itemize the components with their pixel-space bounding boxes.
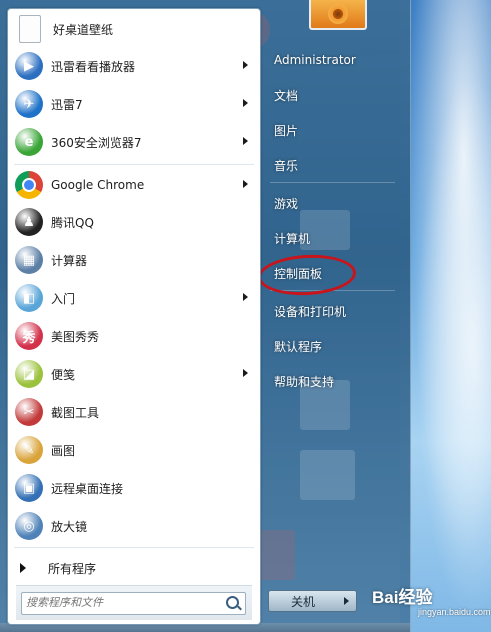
right-item-label: 帮助和支持 bbox=[274, 374, 335, 389]
program-label: 远程桌面连接 bbox=[51, 481, 124, 496]
program-label: 入门 bbox=[51, 291, 76, 306]
360-browser-icon: e bbox=[15, 128, 43, 156]
right-item-label: 图片 bbox=[274, 123, 299, 138]
flower-icon bbox=[328, 4, 348, 24]
search-icon[interactable] bbox=[226, 596, 239, 609]
calculator-icon: ▦ bbox=[15, 246, 43, 274]
program-label: 便笺 bbox=[51, 367, 76, 382]
watermark: Bai经验 jingyan.baidu.com bbox=[372, 581, 491, 629]
document-icon bbox=[19, 15, 41, 43]
right-item-pictures[interactable]: 图片 bbox=[266, 117, 396, 143]
right-item-label: 游戏 bbox=[274, 196, 299, 211]
program-item[interactable]: ◧ 入门 bbox=[8, 280, 260, 316]
shutdown-button[interactable]: 关机 bbox=[268, 590, 338, 612]
program-item[interactable]: ✈ 迅雷7 bbox=[8, 86, 260, 122]
snipping-tool-icon: ✂ bbox=[15, 398, 43, 426]
user-picture[interactable] bbox=[309, 0, 367, 30]
right-item-label: 文档 bbox=[274, 88, 299, 103]
desktop-ghost-icon bbox=[300, 450, 355, 500]
submenu-arrow-icon[interactable] bbox=[243, 369, 248, 377]
program-item[interactable]: Google Chrome bbox=[8, 167, 260, 203]
user-name-label: Administrator bbox=[274, 53, 356, 67]
submenu-arrow-icon[interactable] bbox=[243, 137, 248, 145]
paint-icon: ✎ bbox=[15, 436, 43, 464]
program-item[interactable]: ◪ 便笺 bbox=[8, 356, 260, 392]
right-item-label: 计算机 bbox=[274, 231, 311, 246]
program-label: 腾讯QQ bbox=[51, 215, 94, 230]
search-input[interactable] bbox=[26, 595, 216, 610]
all-programs-button[interactable]: 所有程序 bbox=[8, 554, 260, 582]
program-item[interactable]: ✂ 截图工具 bbox=[8, 394, 260, 430]
program-label: 好桌道壁纸 bbox=[53, 22, 114, 37]
desktop-background bbox=[400, 0, 491, 632]
shutdown-options-arrow[interactable] bbox=[336, 590, 357, 612]
qq-penguin-icon: ♟ bbox=[15, 208, 43, 236]
desktop-ghost-icon bbox=[255, 530, 295, 580]
program-item[interactable]: ▶ 迅雷看看播放器 bbox=[8, 48, 260, 84]
program-item[interactable]: ✎ 画图 bbox=[8, 432, 260, 468]
all-programs-label: 所有程序 bbox=[48, 561, 97, 576]
user-name-link[interactable]: Administrator bbox=[266, 47, 396, 73]
program-item[interactable]: 好桌道壁纸 bbox=[8, 11, 260, 47]
program-label: 放大镜 bbox=[51, 519, 88, 534]
shutdown-label: 关机 bbox=[290, 594, 315, 609]
submenu-arrow-icon[interactable] bbox=[243, 61, 248, 69]
right-item-computer[interactable]: 计算机 bbox=[266, 225, 396, 251]
program-item[interactable]: ♟ 腾讯QQ bbox=[8, 204, 260, 240]
chrome-icon bbox=[15, 171, 43, 199]
right-item-devices-printers[interactable]: 设备和打印机 bbox=[266, 298, 396, 324]
right-item-games[interactable]: 游戏 bbox=[266, 190, 396, 216]
meitu-xiuxiu-icon: 秀 bbox=[15, 322, 43, 350]
program-label: 美图秀秀 bbox=[51, 329, 100, 344]
all-programs-separator bbox=[14, 547, 254, 548]
program-label: 360安全浏览器7 bbox=[51, 135, 142, 150]
expand-arrow-icon bbox=[20, 563, 26, 573]
program-label: 画图 bbox=[51, 443, 76, 458]
program-item[interactable]: e 360安全浏览器7 bbox=[8, 124, 260, 160]
submenu-arrow-icon[interactable] bbox=[243, 99, 248, 107]
search-box[interactable] bbox=[21, 592, 246, 615]
submenu-arrow-icon[interactable] bbox=[243, 180, 248, 188]
program-label: Google Chrome bbox=[51, 178, 145, 192]
xunlei-kankan-icon: ▶ bbox=[15, 52, 43, 80]
pinned-separator bbox=[14, 164, 254, 165]
right-item-default-programs[interactable]: 默认程序 bbox=[266, 333, 396, 359]
right-item-music[interactable]: 音乐 bbox=[266, 152, 396, 178]
magnifier-icon: ◎ bbox=[15, 512, 43, 540]
program-item[interactable]: ◎ 放大镜 bbox=[8, 508, 260, 544]
right-item-documents[interactable]: 文档 bbox=[266, 82, 396, 108]
program-label: 截图工具 bbox=[51, 405, 100, 420]
right-item-label: 设备和打印机 bbox=[274, 304, 347, 319]
search-area bbox=[16, 585, 252, 620]
program-item[interactable]: ▦ 计算器 bbox=[8, 242, 260, 278]
right-item-label: 默认程序 bbox=[274, 339, 323, 354]
right-separator bbox=[270, 182, 395, 183]
sticky-notes-icon: ◪ bbox=[15, 360, 43, 388]
xunlei-bird-icon: ✈ bbox=[15, 90, 43, 118]
programs-pane: 好桌道壁纸 ▶ 迅雷看看播放器 ✈ 迅雷7 e 360安全浏览器7 Google Chrome… bbox=[7, 8, 261, 625]
remote-desktop-icon: ▣ bbox=[15, 474, 43, 502]
watermark-url: jingyan.baidu.com bbox=[418, 607, 491, 617]
program-label: 计算器 bbox=[51, 253, 88, 268]
program-label: 迅雷7 bbox=[51, 97, 83, 112]
program-item[interactable]: 秀美图秀秀 bbox=[8, 318, 260, 354]
getting-started-icon: ◧ bbox=[15, 284, 43, 312]
right-item-label: 音乐 bbox=[274, 158, 299, 173]
program-item[interactable]: ▣ 远程桌面连接 bbox=[8, 470, 260, 506]
watermark-main: Bai经验 bbox=[372, 588, 433, 607]
submenu-arrow-icon[interactable] bbox=[243, 293, 248, 301]
program-label: 迅雷看看播放器 bbox=[51, 59, 136, 74]
right-item-help-support[interactable]: 帮助和支持 bbox=[266, 368, 396, 394]
